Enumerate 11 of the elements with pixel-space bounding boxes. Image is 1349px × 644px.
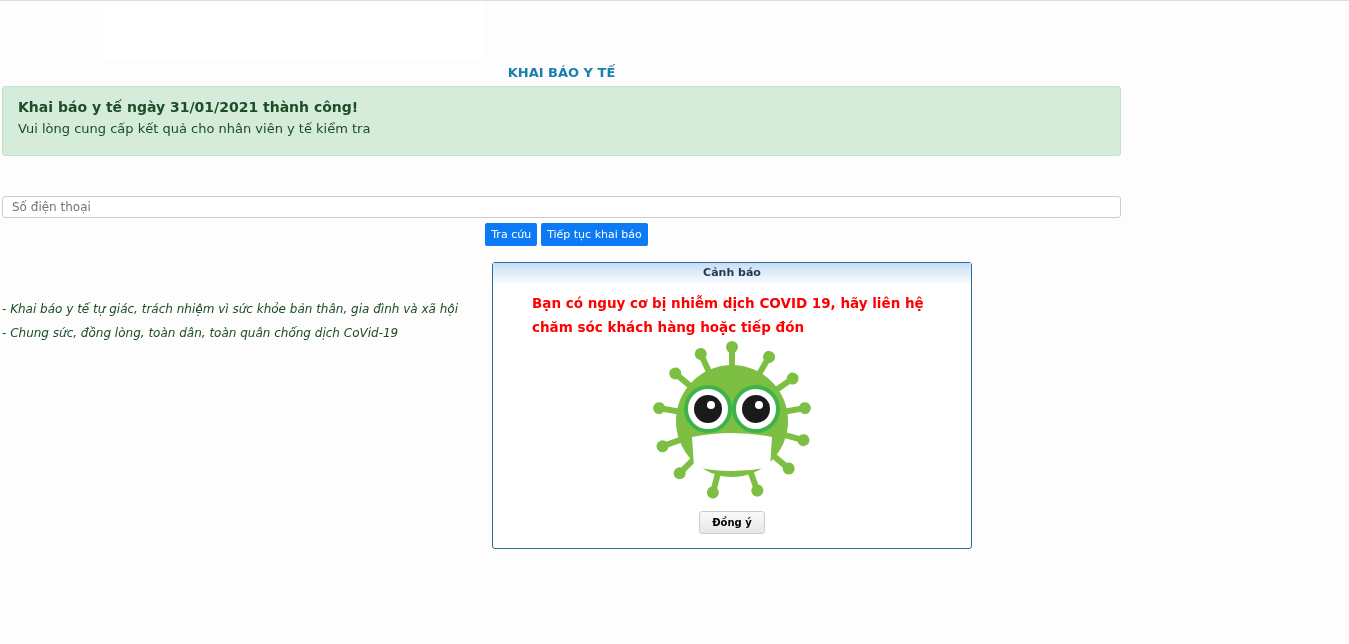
slogan-text: - Chung sức, đồng lòng, toàn dân, toàn quân chống dịch CoVid-19	[2, 326, 399, 340]
page-title: KHAI BÁO Y TẾ	[506, 65, 617, 80]
action-button[interactable]: Tiếp tục khai báo	[541, 223, 648, 246]
confirm-button[interactable]: Đồng ý	[699, 511, 765, 534]
alert-message: Vui lòng cung cấp kết quả cho nhân viên y tế kiểm tra	[18, 121, 372, 136]
slogan-text: - Khai báo y tế tự giác, trách nhiệm vì sức khỏe bản thân, gia đình và xã hội	[2, 302, 458, 316]
warning-message: Bạn có nguy cơ bị nhiễm dịch COVID 19, hãy liên hệ chăm sóc khách hàng hoặc tiếp đón	[532, 294, 925, 337]
alert-heading: Khai báo y tế ngày 31/01/2021 thành công!	[18, 99, 360, 115]
dialog-title: Cảnh báo	[493, 263, 971, 285]
action-button[interactable]: Tra cứu	[485, 223, 538, 246]
phone-input-field[interactable]: Số điện thoại	[2, 196, 1121, 218]
